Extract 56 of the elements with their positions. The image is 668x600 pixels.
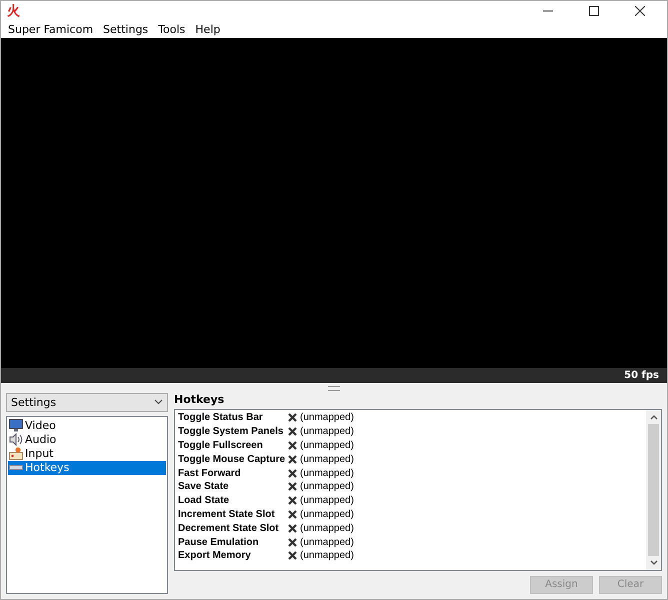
hotkey-name: Fast Forward <box>178 468 242 479</box>
hotkey-name: Load State <box>178 495 230 506</box>
settings-dropdown[interactable]: Settings <box>6 392 168 412</box>
hotkey-name: Toggle Mouse Capture <box>178 454 286 465</box>
cross-icon <box>288 524 297 533</box>
hotkey-name: Toggle Fullscreen <box>178 440 264 451</box>
fps-label: 50 fps <box>624 370 659 382</box>
hotkey-mapping: (unmapped) <box>300 426 354 438</box>
chevron-icon <box>154 399 163 406</box>
scroll-up-icon[interactable] <box>650 414 658 420</box>
cross-icon <box>288 454 297 464</box>
menu-item[interactable]: Settings <box>98 23 154 36</box>
menu-item[interactable]: Tools <box>153 23 190 36</box>
monitor-icon <box>9 419 23 432</box>
hotkey-name: Export Memory <box>178 550 252 562</box>
close-icon[interactable] <box>635 6 645 16</box>
hotkey-name: Toggle System Panels <box>178 426 284 438</box>
sidebar-item[interactable]: Video <box>8 418 166 433</box>
splitter-handle[interactable] <box>328 386 340 391</box>
cross-icon <box>288 440 297 450</box>
hotkey-mapping: (unmapped) <box>300 522 354 534</box>
hotkey-mapping: (unmapped) <box>300 468 354 479</box>
hotkey-mapping: (unmapped) <box>300 508 354 520</box>
cross-icon <box>288 551 297 560</box>
sidebar-item[interactable]: Input <box>8 446 166 461</box>
cross-icon <box>288 538 297 547</box>
cross-icon <box>288 482 297 492</box>
speaker-icon <box>9 433 23 446</box>
hotkey-mapping: (unmapped) <box>300 495 354 506</box>
cross-icon <box>288 468 297 478</box>
panel-title: Hotkeys <box>174 392 226 406</box>
cross-icon <box>288 496 297 506</box>
cross-icon <box>288 413 297 422</box>
hotkey-mapping: (unmapped) <box>300 412 354 424</box>
menu-item[interactable]: Help <box>190 23 226 36</box>
hotkey-name: Save State <box>178 481 230 492</box>
sidebar-item[interactable]: Audio <box>8 432 166 447</box>
scroll-down-icon[interactable] <box>650 560 658 566</box>
scrollbar[interactable] <box>646 410 661 570</box>
cross-icon <box>288 427 297 436</box>
menu-item[interactable]: Super Famicom <box>3 23 98 36</box>
hotkey-mapping: (unmapped) <box>300 454 354 465</box>
hotkey-mapping: (unmapped) <box>300 440 354 451</box>
app-logo: 火 <box>7 3 20 20</box>
hotkey-name: Increment State Slot <box>178 508 276 520</box>
hotkey-name: Pause Emulation <box>178 536 260 548</box>
hotkey-name: Toggle Status Bar <box>178 412 264 424</box>
maximize-icon[interactable] <box>589 6 599 16</box>
hotkey-mapping: (unmapped) <box>300 481 354 492</box>
keyboard-icon <box>9 465 23 470</box>
hotkey-mapping: (unmapped) <box>300 536 354 548</box>
sidebar-item[interactable]: Hotkeys <box>8 460 166 475</box>
joystick-icon <box>9 447 23 460</box>
cross-icon <box>288 510 297 519</box>
hotkey-name: Decrement State Slot <box>178 522 280 534</box>
hotkey-mapping: (unmapped) <box>300 550 354 562</box>
